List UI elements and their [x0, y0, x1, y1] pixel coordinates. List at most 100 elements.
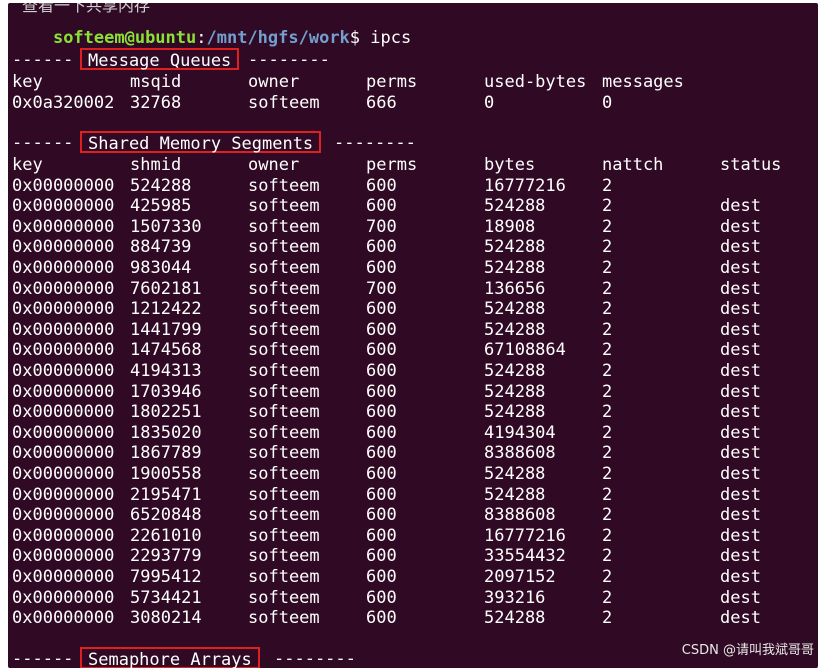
table-header-cell: status: [720, 155, 782, 175]
table-row-cell: 2097152: [484, 567, 556, 587]
table-row-cell: 0x00000000: [12, 196, 115, 217]
table-row-cell: 0x00000000: [12, 546, 115, 567]
table-row-cell: 524288: [484, 402, 546, 423]
table-row-cell: 884739: [130, 237, 192, 258]
table-row-cell: 524288: [484, 258, 546, 278]
table-row-cell: 524288: [484, 608, 546, 629]
table-row-cell: 7995412: [130, 567, 202, 587]
table-row: 0x00000000 1900558 softeem 600 524288 2 dest: [12, 464, 812, 484]
table-row-cell: 0x00000000: [12, 464, 115, 484]
table-row-cell: 2: [602, 402, 613, 423]
table-row-cell: 600: [366, 299, 397, 320]
table-row: 0x00000000 1474568 softeem 600 67108864 2 dest: [12, 340, 812, 360]
watermark: CSDN @请叫我斌哥哥: [681, 643, 814, 658]
table-row-cell: 2: [602, 608, 613, 629]
table-row-cell: 0x00000000: [12, 237, 115, 258]
table-row-cell: 4194304: [484, 422, 556, 443]
table-row-cell: 33554432: [484, 546, 566, 567]
table-row-cell: dest: [720, 381, 761, 402]
table-row-cell: 2: [602, 484, 613, 505]
table-row-cell: 2: [602, 525, 613, 546]
table-row: 0x00000000 2261010 softeem 600 16777216 2 dest: [12, 526, 812, 546]
table-row-cell: 0x00000000: [12, 340, 115, 361]
table-row-cell: 0x00000000: [12, 402, 115, 423]
table-row-cell: 600: [366, 525, 397, 546]
table-row-cell: dest: [720, 237, 761, 258]
table-row-cell: 1441799: [130, 319, 202, 340]
table-header-cell: key: [12, 155, 43, 175]
table-row-cell: 0x00000000: [12, 567, 115, 587]
table-row: 0x00000000 7602181 softeem 700 136656 2 dest: [12, 279, 812, 299]
table-row-cell: dest: [720, 567, 761, 587]
table-row-cell: 524288: [484, 381, 546, 402]
table-row-cell: 8388608: [484, 443, 556, 464]
table-row-cell: 2: [602, 443, 613, 464]
table-row-cell: 16777216: [484, 175, 566, 196]
table-row: 0x00000000 1802251 softeem 600 524288 2 dest: [12, 402, 812, 422]
table-row-cell: 1212422: [130, 299, 202, 320]
table-row-cell: 0x00000000: [12, 525, 115, 546]
table-row-cell: 0x00000000: [12, 361, 115, 381]
table-row-cell: softeem: [248, 587, 320, 608]
table-row-cell: 600: [366, 196, 397, 217]
table-header-cell: perms: [366, 155, 418, 175]
table-row-cell: 32768: [130, 92, 182, 113]
table-row-cell: softeem: [248, 402, 320, 423]
table-row-cell: softeem: [248, 319, 320, 340]
table-header-cell: shmid: [130, 155, 182, 175]
table-row-cell: dest: [720, 422, 761, 443]
table-row-cell: softeem: [248, 525, 320, 546]
table-header-cell: used-bytes: [484, 72, 587, 92]
command-text: ipcs: [370, 28, 412, 48]
table-row-cell: 7602181: [130, 278, 202, 299]
table-row-cell: 2: [602, 505, 613, 526]
table-row-cell: dest: [720, 608, 761, 629]
terminal-window[interactable]: 查看一下共享内存 softeem@ubuntu:/mnt/hgfs/work$ …: [8, 3, 818, 668]
shm-title: Shared Memory Segments: [80, 131, 322, 154]
table-row-cell: 425985: [130, 196, 192, 217]
table-row-cell: 2: [602, 278, 613, 299]
table-row-cell: softeem: [248, 608, 320, 629]
table-row: 0x00000000 884739 softeem 600 524288 2 dest: [12, 237, 812, 257]
mq-title: Message Queues: [80, 48, 240, 71]
table-row-cell: 2: [602, 567, 613, 587]
table-row-cell: 2: [602, 381, 613, 402]
sem-dash-left: ------: [12, 649, 74, 668]
table-row-cell: 600: [366, 340, 397, 361]
table-header-cell: nattch: [602, 155, 664, 175]
table-row-cell: 600: [366, 505, 397, 526]
table-row-cell: softeem: [248, 464, 320, 484]
table-header: key msqid owner perms used-bytes messages: [12, 72, 812, 92]
table-row-cell: 600: [366, 361, 397, 381]
prompt-path: /mnt/hgfs/work: [206, 28, 350, 48]
table-row-cell: 524288: [484, 319, 546, 340]
table-row-cell: dest: [720, 402, 761, 423]
table-row-cell: dest: [720, 443, 761, 464]
prompt-symbol: $: [349, 28, 361, 48]
table-row-cell: softeem: [248, 340, 320, 361]
sem-dash-right: --------: [274, 649, 356, 668]
table-header-cell: bytes: [484, 155, 536, 175]
table-row-cell: 0x00000000: [12, 381, 115, 402]
table-header-cell: messages: [602, 72, 684, 92]
table-row-cell: 2: [602, 258, 613, 278]
table-row-cell: 0x00000000: [12, 319, 115, 340]
table-row-cell: 524288: [484, 361, 546, 381]
table-row-cell: 3080214: [130, 608, 202, 629]
table-row-cell: 2: [602, 237, 613, 258]
table-row-cell: 600: [366, 237, 397, 258]
shared-memory-header: ------ Shared Memory Segments --------: [12, 131, 812, 154]
table-header-cell: owner: [248, 72, 300, 92]
table-row-cell: 1474568: [130, 340, 202, 361]
table-row-cell: softeem: [248, 237, 320, 258]
shm-dash-right: --------: [334, 133, 416, 153]
table-row-cell: softeem: [248, 299, 320, 320]
table-row-cell: dest: [720, 587, 761, 608]
table-row-cell: softeem: [248, 422, 320, 443]
table-row-cell: dest: [720, 525, 761, 546]
table-row-cell: dest: [720, 319, 761, 340]
table-row-cell: 0x00000000: [12, 216, 115, 237]
table-header-cell: owner: [248, 155, 300, 175]
table-row: 0x00000000 983044 softeem 600 524288 2 dest: [12, 258, 812, 278]
table-row-cell: 0x0a320002: [12, 92, 115, 113]
